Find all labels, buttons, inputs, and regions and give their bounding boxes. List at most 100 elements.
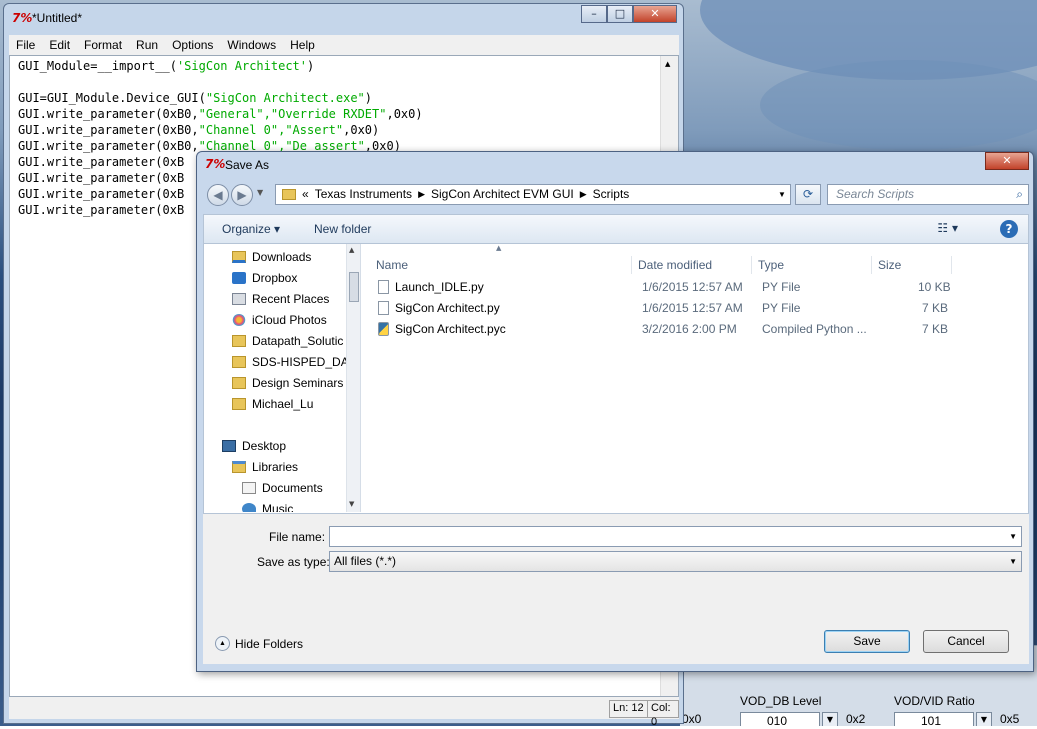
code-string: "SigCon Architect.exe" xyxy=(205,91,365,105)
change-view-icon[interactable]: ☷ ▾ xyxy=(937,221,958,235)
file-row[interactable]: SigCon Architect.pyc 3/2/2016 2:00 PM Comp… xyxy=(360,319,960,339)
folder-icon xyxy=(282,189,296,200)
nav-scroll-up-arrow[interactable]: ▲ xyxy=(349,246,354,254)
nav-item-desktop[interactable]: Desktop xyxy=(222,436,286,456)
downloads-icon xyxy=(232,251,246,263)
recent-locations-chevron-icon[interactable]: ▼ xyxy=(257,188,263,197)
code-string: "Channel 0","Assert" xyxy=(198,123,344,137)
code-line[interactable] xyxy=(18,74,423,90)
nav-item-music[interactable]: Music xyxy=(242,499,293,512)
vod-vid-ratio-select[interactable]: 101 xyxy=(894,712,974,726)
nav-item-recent-places[interactable]: Recent Places xyxy=(232,289,329,309)
address-dropdown-icon[interactable]: ▼ xyxy=(774,185,790,204)
python-file-icon xyxy=(378,301,389,315)
file-size-cell: 7 KB xyxy=(921,301,948,315)
nav-item-label: Michael_Lu xyxy=(252,397,314,411)
column-header-date[interactable]: Date modified xyxy=(632,256,752,274)
file-name-dropdown-icon[interactable]: ▼ xyxy=(1009,527,1017,546)
menu-item-edit[interactable]: Edit xyxy=(42,38,77,52)
nav-scroll-thumb[interactable] xyxy=(349,272,359,302)
cancel-button[interactable]: Cancel xyxy=(923,630,1009,653)
menu-item-help[interactable]: Help xyxy=(283,38,322,52)
close-button[interactable]: ✕ xyxy=(633,5,677,23)
breadcrumb-sigcon-gui[interactable]: SigCon Architect EVM GUI xyxy=(431,185,574,204)
minimize-button[interactable]: – xyxy=(581,5,607,23)
nav-item-downloads[interactable]: Downloads xyxy=(232,247,311,267)
icloud-photos-icon xyxy=(232,314,246,326)
code-token: GUI_Module=__import__( xyxy=(18,59,177,73)
nav-item-datapath-solutic[interactable]: Datapath_Solutic xyxy=(232,331,343,351)
idle-title-bar[interactable]: 7% *Untitled* – □ ✕ xyxy=(4,4,683,34)
file-name-text: SigCon Architect.py xyxy=(395,301,500,315)
forward-arrow-icon[interactable]: ▶ xyxy=(231,184,253,206)
nav-item-label: Documents xyxy=(262,481,323,495)
code-line[interactable]: GUI.write_parameter(0xB0,"Channel 0","As… xyxy=(18,122,423,138)
nav-item-sds-hisped-dat[interactable]: SDS-HISPED_DAT xyxy=(232,352,355,372)
idle-caption-buttons: – □ ✕ xyxy=(581,5,677,25)
menu-item-format[interactable]: Format xyxy=(77,38,129,52)
new-folder-button[interactable]: New folder xyxy=(314,222,371,236)
breadcrumb-separator-icon[interactable]: ▶ xyxy=(418,185,425,204)
vod-db-level-select[interactable]: 010 xyxy=(740,712,820,726)
nav-item-libraries[interactable]: Libraries xyxy=(232,457,298,477)
hide-folders-button[interactable]: ▲ Hide Folders xyxy=(215,636,303,651)
back-arrow-icon[interactable]: ◀ xyxy=(207,184,229,206)
vod-vid-ratio-label: VOD/VID Ratio xyxy=(894,694,975,708)
menu-item-file[interactable]: File xyxy=(9,38,42,52)
nav-scroll-down-arrow[interactable]: ▼ xyxy=(349,500,354,508)
nav-item-label: Music xyxy=(262,502,294,512)
save-as-type-select[interactable]: All files (*.*) ▼ xyxy=(329,551,1022,572)
folder-icon xyxy=(232,356,246,368)
file-row[interactable]: SigCon Architect.py 1/6/2015 12:57 AM PY F… xyxy=(360,298,960,318)
maximize-button[interactable]: □ xyxy=(607,5,633,23)
column-header-type[interactable]: Type xyxy=(752,256,872,274)
column-header-size[interactable]: Size xyxy=(872,256,952,274)
breadcrumb-texas-instruments[interactable]: Texas Instruments xyxy=(315,185,412,204)
refresh-icon[interactable]: ⟳ xyxy=(795,184,821,205)
breadcrumb-separator-icon[interactable]: ▶ xyxy=(580,185,587,204)
help-icon[interactable]: ? xyxy=(1000,220,1018,238)
breadcrumb-overflow[interactable]: « xyxy=(302,185,309,204)
file-name-cell: SigCon Architect.pyc xyxy=(378,319,506,339)
file-name-text: Launch_IDLE.py xyxy=(395,280,484,294)
search-icon[interactable]: ⌕ xyxy=(1016,185,1023,204)
file-name-cell: SigCon Architect.py xyxy=(378,298,500,318)
file-name-cell: Launch_IDLE.py xyxy=(378,277,484,297)
breadcrumb-scripts[interactable]: Scripts xyxy=(593,185,630,204)
save-as-type-dropdown-icon[interactable]: ▼ xyxy=(1009,552,1017,571)
nav-item-dropbox[interactable]: Dropbox xyxy=(232,268,297,288)
file-size-cell: 7 KB xyxy=(921,322,948,336)
desktop-icon xyxy=(222,440,236,452)
code-token: GUI.write_parameter(0xB0, xyxy=(18,123,199,137)
file-name-input[interactable]: ▼ xyxy=(329,526,1022,547)
menu-item-run[interactable]: Run xyxy=(129,38,165,52)
code-line[interactable]: GUI.write_parameter(0xB0,"General","Over… xyxy=(18,106,423,122)
save-button[interactable]: Save xyxy=(824,630,910,653)
menu-item-windows[interactable]: Windows xyxy=(220,38,283,52)
organize-button[interactable]: Organize ▾ xyxy=(222,222,280,236)
python-file-icon xyxy=(378,280,389,294)
nav-item-michael-lu[interactable]: Michael_Lu xyxy=(232,394,313,414)
save-as-type-label: Save as type: xyxy=(257,555,330,569)
idle-status-bar: Ln: 12 Col: 0 xyxy=(9,697,679,728)
vod-vid-dropdown-arrow[interactable]: ▼ xyxy=(976,712,992,726)
dialog-close-button[interactable]: ✕ xyxy=(985,152,1029,170)
dropbox-icon xyxy=(232,272,246,284)
menu-item-options[interactable]: Options xyxy=(165,38,220,52)
chevron-up-icon: ▲ xyxy=(215,636,230,651)
nav-item-documents[interactable]: Documents xyxy=(242,478,323,498)
address-bar[interactable]: « Texas Instruments ▶ SigCon Architect E… xyxy=(275,184,791,205)
navigation-scrollbar[interactable]: ▲ ▼ xyxy=(346,244,360,512)
code-token: GUI=GUI_Module.Device_GUI( xyxy=(18,91,206,105)
libraries-icon xyxy=(232,461,246,473)
nav-item-label: Downloads xyxy=(252,250,312,264)
scroll-up-arrow[interactable]: ▲ xyxy=(665,60,670,68)
search-input[interactable]: Search Scripts ⌕ xyxy=(827,184,1029,205)
code-line[interactable]: GUI=GUI_Module.Device_GUI("SigCon Archit… xyxy=(18,90,423,106)
vod-db-dropdown-arrow[interactable]: ▼ xyxy=(822,712,838,726)
code-line[interactable]: GUI_Module=__import__('SigCon Architect'… xyxy=(18,58,423,74)
nav-item-design-seminars[interactable]: Design Seminars xyxy=(232,373,343,393)
file-row[interactable]: Launch_IDLE.py 1/6/2015 12:57 AM PY File 10… xyxy=(360,277,960,297)
nav-item-icloud-photos[interactable]: iCloud Photos xyxy=(232,310,327,330)
column-header-name[interactable]: Name xyxy=(370,256,632,274)
